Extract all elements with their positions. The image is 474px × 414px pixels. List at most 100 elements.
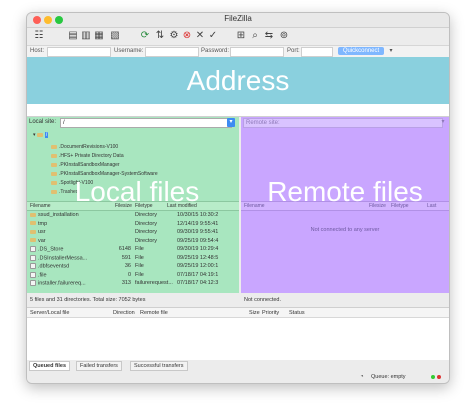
local-pane: Local site: / ▾ ▾ / .DocumentRevisions-V… xyxy=(27,117,239,293)
tab-queued-files[interactable]: Queued files xyxy=(29,361,71,371)
message-log[interactable] xyxy=(27,104,449,117)
directory-compare-icon[interactable]: ⊞ xyxy=(235,30,247,42)
column-status[interactable]: Status xyxy=(289,310,305,316)
file-icon xyxy=(30,246,36,252)
download-indicator-icon xyxy=(437,375,441,379)
file-modified: 09/30/19 9:55:41 xyxy=(177,229,219,235)
toolbar: ☷ ▤ ▥ ▦ ▧ ⟳ ⇅ ⚙ ⊗ ✕ ✓ ⊞ ⌕ ⇆ ⊚ xyxy=(27,28,449,46)
column-size[interactable]: Size xyxy=(249,310,260,316)
quickconnect-dropdown-icon[interactable]: ▾ xyxy=(387,47,395,55)
file-icon xyxy=(30,263,36,269)
column-server-local-file[interactable]: Server/Local file xyxy=(30,310,69,316)
transfer-queue[interactable]: Server/Local file Direction Remote file … xyxy=(27,307,449,360)
tree-item[interactable]: .HFS+ Private Directory Data xyxy=(51,153,124,159)
toggle-queue-icon[interactable]: ▧ xyxy=(109,30,121,42)
local-path-dropdown-icon[interactable]: ▾ xyxy=(227,118,235,127)
file-row[interactable]: ssud_installation Directory 10/30/15 10:30… xyxy=(27,211,239,219)
quickconnect-button[interactable]: Quickconnect xyxy=(338,47,384,55)
folder-icon xyxy=(51,153,57,158)
remote-pane: Remote site: ▾ Filename Filesize Filetyp… xyxy=(241,117,449,293)
column-direction[interactable]: Direction xyxy=(113,310,135,316)
file-row[interactable]: installer.failurereq... 313 failurerequest… xyxy=(27,279,239,287)
file-icon xyxy=(30,271,36,278)
filezilla-window: FileZilla ☷ ▤ ▥ ▦ ▧ ⟳ ⇅ ⚙ ⊗ ✕ ✓ ⊞ ⌕ ⇆ ⊚ … xyxy=(26,12,450,384)
site-manager-icon[interactable]: ☷ xyxy=(33,30,45,42)
file-row[interactable]: var Directory 09/25/19 09:54:4 xyxy=(27,237,239,245)
remote-empty-text: Not connected to any server xyxy=(310,227,380,233)
username-label: Username: xyxy=(114,48,144,54)
binoculars-icon[interactable]: ⊚ xyxy=(278,30,290,42)
search-icon[interactable]: ⌕ xyxy=(249,30,261,42)
file-modified: 09/25/19 09:54:4 xyxy=(177,237,219,244)
tree-item[interactable]: .DocumentRevisions-V100 xyxy=(51,144,118,150)
column-remote-file[interactable]: Remote file xyxy=(140,310,168,316)
local-status-text: 5 files and 31 directories. Total size: … xyxy=(30,297,146,303)
port-input[interactable] xyxy=(301,47,333,57)
file-type: File xyxy=(135,271,144,278)
remote-path-dropdown-icon[interactable]: ▾ xyxy=(439,118,447,127)
host-label: Host: xyxy=(30,48,45,54)
file-name: .DS_Store xyxy=(38,246,64,253)
remote-path-input[interactable]: Remote site: xyxy=(243,118,443,128)
toggle-local-tree-icon[interactable]: ▥ xyxy=(80,30,92,42)
file-size: 6148 xyxy=(118,246,131,252)
file-modified: 09/25/19 12:00:1 xyxy=(177,263,219,269)
title-bar: FileZilla xyxy=(27,13,449,28)
tree-item[interactable]: .PKInstallSandboxManager xyxy=(51,162,120,168)
sync-browse-icon[interactable]: ⇆ xyxy=(263,30,275,42)
file-row[interactable]: tmp Directory 12/14/19 9:55:41 xyxy=(27,220,239,228)
password-label: Password: xyxy=(201,48,230,54)
cancel-icon[interactable]: ⊗ xyxy=(181,30,193,42)
queue-header: Server/Local file Direction Remote file … xyxy=(27,308,449,318)
file-name: installer.failurereq... xyxy=(38,280,86,287)
toggle-log-icon[interactable]: ▤ xyxy=(67,30,79,42)
queue-status-text: Queue: empty xyxy=(371,374,406,380)
tab-successful-transfers[interactable]: Successful transfers xyxy=(130,361,188,371)
file-size: 0 xyxy=(127,271,131,278)
remote-status-text: Not connected. xyxy=(244,297,281,303)
file-type: File xyxy=(135,263,144,269)
local-path-input[interactable]: / xyxy=(60,118,232,128)
file-row[interactable]: usr Directory 09/30/19 9:55:41 xyxy=(27,228,239,236)
file-row[interactable]: .DS_Store 6148 File 09/30/19 10:29:4 xyxy=(27,245,239,253)
quickconnect-bar: Host: Username: Password: Port: Quickcon… xyxy=(27,46,449,57)
tree-root[interactable]: ▾ / xyxy=(33,132,49,138)
process-queue-icon[interactable]: ⇅ xyxy=(154,30,166,42)
disconnect-icon[interactable]: ✕ xyxy=(194,30,206,42)
folder-icon xyxy=(51,162,57,167)
address-overlay-label: Address xyxy=(186,65,290,96)
toggle-remote-tree-icon[interactable]: ▦ xyxy=(93,30,105,42)
folder-icon xyxy=(30,229,36,234)
column-priority[interactable]: Priority xyxy=(262,310,279,316)
file-modified: 10/30/15 10:30:2 xyxy=(177,212,219,218)
password-input[interactable] xyxy=(230,47,284,57)
reconnect-icon[interactable]: ✓ xyxy=(207,30,219,42)
file-type: Directory xyxy=(135,229,158,235)
file-row[interactable]: .DSInstallerMessa... 591 File 09/25/19 12:4… xyxy=(27,254,239,262)
file-type: File xyxy=(135,246,144,252)
local-site-label: Local site: xyxy=(29,119,57,125)
folder-icon xyxy=(30,238,36,243)
file-row[interactable]: .dbfseventsd 36 File 09/25/19 12:00:1 xyxy=(27,262,239,270)
local-status: 5 files and 31 directories. Total size: … xyxy=(27,295,239,305)
file-name: tmp xyxy=(38,220,48,227)
folder-icon xyxy=(36,132,43,137)
file-name: usr xyxy=(38,229,46,235)
tab-failed-transfers[interactable]: Failed transfers xyxy=(76,361,122,371)
host-input[interactable] xyxy=(47,47,111,57)
file-type: File xyxy=(135,254,144,261)
port-label: Port: xyxy=(287,48,300,54)
folder-icon xyxy=(51,171,57,176)
refresh-icon[interactable]: ⟳ xyxy=(139,30,151,42)
filter-icon[interactable]: ⚙ xyxy=(168,30,180,42)
file-modified: 09/30/19 10:29:4 xyxy=(177,246,219,252)
file-modified: 12/14/19 9:55:41 xyxy=(177,220,219,227)
file-modified: 07/18/17 04:19:1 xyxy=(177,271,219,278)
file-modified: 09/25/19 12:48:5 xyxy=(177,254,219,261)
remote-status: Not connected. xyxy=(241,295,449,305)
file-size: 591 xyxy=(121,254,131,261)
username-input[interactable] xyxy=(145,47,199,57)
file-row[interactable]: .file 0 File 07/18/17 04:19:1 xyxy=(27,271,239,279)
file-name: .DSInstallerMessa... xyxy=(38,254,88,261)
queue-tabs: Queued files Failed transfers Successful… xyxy=(27,360,449,371)
